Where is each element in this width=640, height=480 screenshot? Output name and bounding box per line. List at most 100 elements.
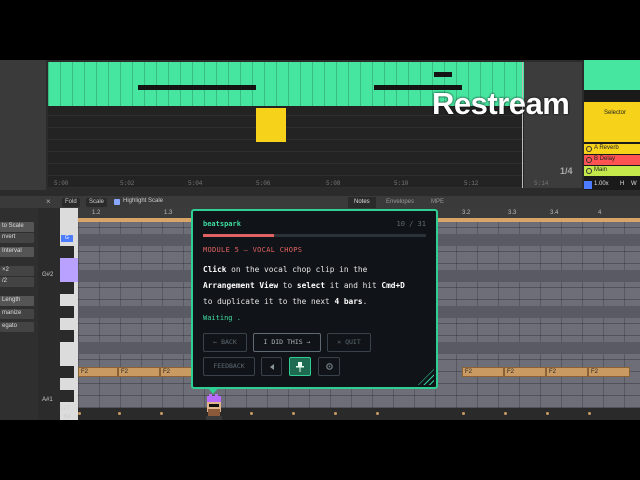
velocity-marker[interactable] xyxy=(504,412,507,415)
highlighted-key[interactable] xyxy=(60,270,78,282)
track-header-gutter xyxy=(0,60,46,190)
pin-icon[interactable] xyxy=(289,357,311,376)
velocity-max-label: 127 xyxy=(60,406,71,412)
instruction-bold: select xyxy=(296,281,326,290)
tab-mpe[interactable]: MPE xyxy=(425,197,450,208)
note-tools-panel: to Scale nvert Interval ×2 /2 Length man… xyxy=(0,208,38,420)
status-text: Waiting . xyxy=(203,314,241,322)
highlighted-key[interactable] xyxy=(60,258,78,270)
time-ruler[interactable]: 5:00 5:02 5:04 5:06 5:08 5:10 5:12 5:14 xyxy=(48,178,584,190)
velocity-marker[interactable] xyxy=(250,412,253,415)
instruction-bold: Arrangement View xyxy=(203,281,279,290)
h-button[interactable]: H xyxy=(620,181,624,187)
w-button[interactable]: W xyxy=(631,181,637,187)
back-button[interactable]: ← BACK xyxy=(203,333,247,352)
midi-note xyxy=(434,72,452,77)
arrangement-empty-space[interactable] xyxy=(524,62,582,188)
ruler-tick: 5:08 xyxy=(326,180,341,187)
velocity-marker[interactable] xyxy=(118,412,121,415)
velocity-marker[interactable] xyxy=(78,412,81,415)
follow-icon[interactable] xyxy=(584,181,592,189)
add-interval-button[interactable]: Interval xyxy=(0,247,34,257)
ruler-tick: 5:02 xyxy=(120,180,135,187)
velocity-marker[interactable] xyxy=(462,412,465,415)
send-main[interactable]: Main xyxy=(584,166,640,176)
instruction-part: to xyxy=(278,281,297,290)
tab-notes[interactable]: Notes xyxy=(348,197,376,208)
black-key[interactable] xyxy=(60,282,74,294)
midi-note-f2[interactable]: F2 xyxy=(160,367,192,377)
ruler-tick: 5:10 xyxy=(394,180,409,187)
midi-note-f2[interactable]: F2 xyxy=(504,367,546,377)
ruler-tick: 5:00 xyxy=(54,180,69,187)
resize-handle[interactable] xyxy=(418,369,434,385)
tempo-value[interactable]: 1.00x xyxy=(594,181,609,187)
length-button[interactable]: Length xyxy=(0,296,34,306)
instruction-bold: Click xyxy=(203,265,227,274)
black-key[interactable] xyxy=(60,390,74,402)
pitch-label-a-sharp: A#1 xyxy=(42,397,53,403)
track-color-green xyxy=(584,60,640,90)
progress-fill xyxy=(203,234,275,237)
ruler-label: 3.3 xyxy=(508,210,517,216)
midi-note-f2[interactable]: F2 xyxy=(78,367,118,377)
close-icon[interactable]: × xyxy=(46,197,51,206)
arrangement-track-area[interactable] xyxy=(48,62,524,188)
ruler-label: 3.4 xyxy=(550,210,559,216)
midi-note-f2[interactable]: F2 xyxy=(546,367,588,377)
black-key[interactable] xyxy=(60,330,74,342)
i-did-this-button[interactable]: I DID THIS → xyxy=(253,333,321,352)
send-indicator-icon xyxy=(586,146,592,152)
pixel-avatar-icon xyxy=(206,394,222,420)
ruler-label: 1.3 xyxy=(164,210,173,216)
scale-button[interactable]: Scale xyxy=(86,198,108,207)
popup-pointer xyxy=(207,387,219,394)
invert-button[interactable]: nvert xyxy=(0,233,34,243)
feedback-button[interactable]: FEEDBACK xyxy=(203,357,255,376)
instruction-text: Click on the vocal chop clip in the Arra… xyxy=(203,262,429,310)
midi-note-f2[interactable]: F2 xyxy=(462,367,504,377)
send-indicator-icon xyxy=(586,157,592,163)
playhead-line xyxy=(522,62,523,188)
send-b-delay[interactable]: B Delay xyxy=(584,155,640,165)
tempo-controls: 1.00x H W xyxy=(584,180,640,190)
restream-watermark: Restream xyxy=(432,86,570,121)
fold-button[interactable]: Fold xyxy=(62,198,80,207)
scale-root-tag: G xyxy=(61,235,73,242)
selector-label: Selector xyxy=(604,110,627,116)
velocity-marker[interactable] xyxy=(160,412,163,415)
velocity-marker[interactable] xyxy=(546,412,549,415)
send-label: B Delay xyxy=(594,156,616,162)
send-a-reverb[interactable]: A Reverb xyxy=(584,144,640,154)
black-key[interactable] xyxy=(60,366,74,378)
velocity-marker[interactable] xyxy=(588,412,591,415)
velocity-marker[interactable] xyxy=(334,412,337,415)
speaker-icon[interactable] xyxy=(261,357,282,376)
ruler-label: 3.2 xyxy=(462,210,471,216)
tab-envelopes[interactable]: Envelopes xyxy=(380,197,420,208)
double-length-button[interactable]: ×2 xyxy=(0,266,34,276)
midi-note-f2[interactable]: F2 xyxy=(118,367,160,377)
velocity-marker[interactable] xyxy=(376,412,379,415)
black-key[interactable] xyxy=(60,246,74,258)
halve-length-button[interactable]: /2 xyxy=(0,277,34,287)
gear-icon[interactable] xyxy=(318,357,340,376)
vocal-chop-clip[interactable] xyxy=(256,108,286,142)
ruler-tick: 5:14 xyxy=(534,180,549,187)
legato-button[interactable]: egato xyxy=(0,322,34,332)
ruler-label: 1.2 xyxy=(92,210,101,216)
progress-bar xyxy=(203,234,426,237)
ruler-tick: 5:04 xyxy=(188,180,203,187)
humanize-button[interactable]: manize xyxy=(0,309,34,319)
midi-note-f2[interactable]: F2 xyxy=(588,367,630,377)
shortcut-key: Cmd+D xyxy=(381,281,405,290)
quit-button[interactable]: × QUIT xyxy=(327,333,371,352)
highlight-scale-checkbox[interactable] xyxy=(114,199,120,205)
instruction-part: to duplicate it to the next xyxy=(203,297,335,306)
velocity-marker[interactable] xyxy=(292,412,295,415)
fit-to-scale-button[interactable]: to Scale xyxy=(0,222,34,232)
track-mixer-panel: Selector A Reverb B Delay Main 1.00x H W xyxy=(584,60,640,190)
send-indicator-icon xyxy=(586,168,592,174)
black-key[interactable] xyxy=(60,306,74,318)
step-counter: 10 / 31 xyxy=(396,220,426,228)
